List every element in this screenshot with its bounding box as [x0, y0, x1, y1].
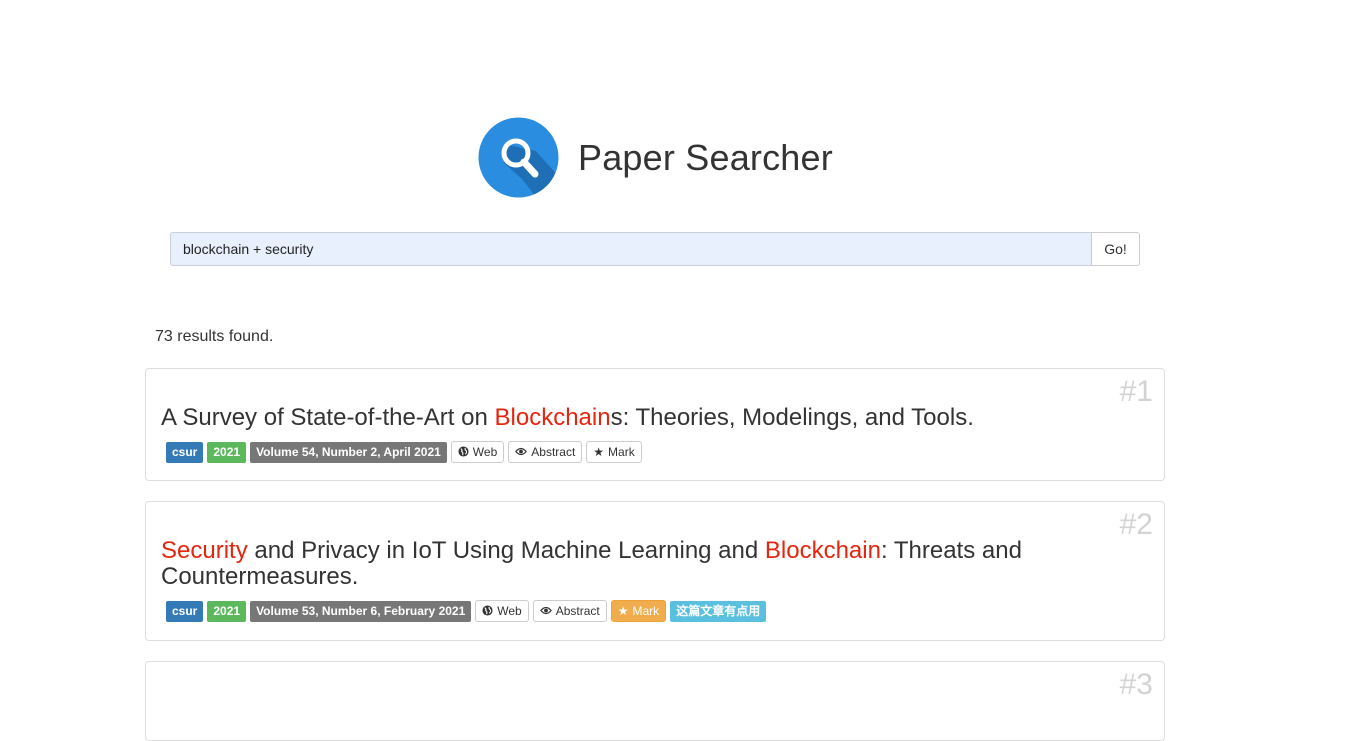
web-button[interactable]: Web	[475, 600, 529, 622]
web-button[interactable]: Web	[450, 441, 505, 463]
result-card: #1 A Survey of State-of-the-Art on Block…	[145, 368, 1165, 481]
title-highlight: Blockchain	[494, 404, 611, 431]
venue-badge[interactable]: csur	[166, 600, 204, 622]
paper-title[interactable]: A Survey of State-of-the-Art on Blockcha…	[146, 369, 1164, 431]
search-bar: Go!	[170, 232, 1140, 266]
globe-icon	[458, 445, 469, 459]
eye-icon	[515, 446, 528, 458]
mark-label: Mark	[632, 604, 660, 618]
results-count: 73 results found.	[155, 328, 274, 345]
eye-icon	[539, 605, 552, 617]
web-label: Web	[472, 445, 498, 459]
globe-icon	[482, 604, 493, 618]
result-number: #1	[1119, 375, 1153, 408]
year-badge: 2021	[207, 600, 247, 622]
app-title: Paper Searcher	[578, 136, 833, 178]
search-input[interactable]	[170, 232, 1091, 266]
venue-badge[interactable]: csur	[166, 441, 204, 463]
star-icon: ★	[617, 604, 629, 618]
header: Paper Searcher	[478, 117, 833, 198]
tag-row: csur 2021 Volume 54, Number 2, April 202…	[146, 441, 1164, 463]
result-number: #2	[1119, 508, 1153, 541]
volume-badge: Volume 53, Number 6, February 2021	[250, 600, 472, 622]
title-part: A Survey of State-of-the-Art on	[161, 404, 495, 431]
abstract-label: Abstract	[531, 445, 576, 459]
abstract-button[interactable]: Abstract	[532, 600, 607, 622]
volume-badge: Volume 54, Number 2, April 2021	[250, 441, 447, 463]
title-part: s: Theories, Modelings, and Tools.	[610, 404, 974, 431]
go-button[interactable]: Go!	[1091, 232, 1140, 266]
title-highlight: Blockchain	[764, 537, 881, 564]
magnifier-icon	[478, 117, 559, 198]
title-highlight: Security	[161, 537, 248, 564]
web-label: Web	[497, 604, 522, 618]
star-icon: ★	[593, 445, 605, 459]
mark-label: Mark	[608, 445, 635, 459]
result-number: #3	[1119, 668, 1153, 701]
paper-title[interactable]: Security and Privacy in IoT Using Machin…	[146, 502, 1164, 590]
result-card: #2 Security and Privacy in IoT Using Mac…	[145, 501, 1165, 641]
title-part: and Privacy in IoT Using Machine Learnin…	[247, 537, 765, 564]
result-card: #3	[145, 661, 1165, 741]
mark-button[interactable]: ★ Mark	[586, 441, 642, 463]
abstract-button[interactable]: Abstract	[508, 441, 583, 463]
note-badge: 这篇文章有点用	[670, 600, 767, 622]
abstract-label: Abstract	[555, 604, 600, 618]
year-badge: 2021	[207, 441, 247, 463]
tag-row: csur 2021 Volume 53, Number 6, February …	[146, 600, 1164, 622]
mark-button[interactable]: ★ Mark	[610, 600, 667, 622]
